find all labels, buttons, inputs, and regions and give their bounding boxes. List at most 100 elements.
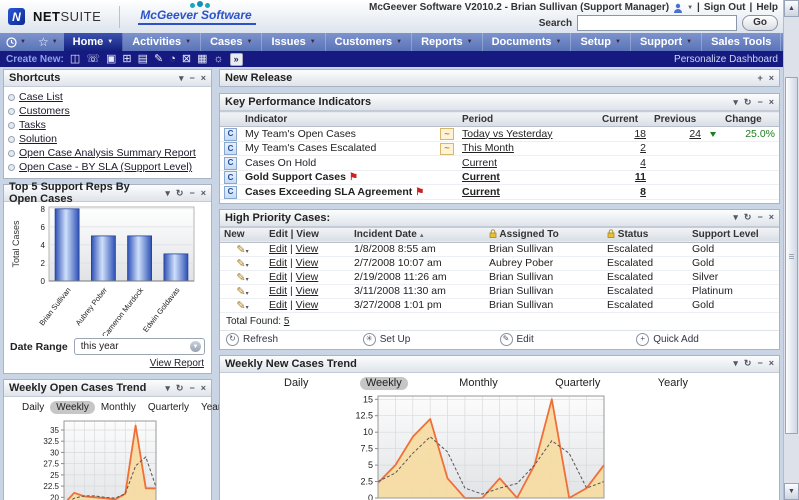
edit-button[interactable]: ✎Edit	[500, 333, 637, 346]
panel-refresh-icon[interactable]: ↻	[176, 384, 184, 393]
kpi-period-link[interactable]: Today vs Yesterday	[462, 128, 552, 140]
tab-cases[interactable]: Cases▼	[201, 33, 262, 51]
trend-tab-weekly[interactable]: Weekly	[360, 377, 408, 390]
document-icon[interactable]: ▤	[138, 54, 148, 65]
task-icon[interactable]: ▣	[106, 54, 116, 65]
panel-expand-icon[interactable]: +	[757, 74, 762, 83]
trend-tab-quarterly[interactable]: Quarterly	[549, 377, 606, 390]
kpi-current-link[interactable]: 8	[640, 186, 646, 198]
recent-records-button[interactable]: ▼	[0, 33, 32, 51]
view-case-link[interactable]: View	[296, 257, 319, 269]
tab-home[interactable]: Home▼	[64, 33, 124, 51]
panel-menu-icon[interactable]: ▾	[733, 98, 738, 107]
panel-close-icon[interactable]: ×	[769, 98, 774, 107]
edit-case-link[interactable]: Edit	[269, 271, 287, 283]
new-case-icon[interactable]: ✎▾	[236, 272, 248, 284]
panel-refresh-icon[interactable]: ↻	[176, 189, 184, 198]
panel-menu-icon[interactable]: ▾	[733, 213, 738, 222]
tab-customers[interactable]: Customers▼	[326, 33, 412, 51]
personalize-dashboard-link[interactable]: Personalize Dashboard	[674, 54, 778, 65]
panel-minimize-icon[interactable]: −	[757, 98, 762, 107]
panel-refresh-icon[interactable]: ↻	[744, 359, 752, 368]
view-case-link[interactable]: View	[296, 299, 319, 311]
vertical-scrollbar[interactable]: ▲ ▼	[783, 0, 799, 500]
panel-minimize-icon[interactable]: −	[189, 384, 194, 393]
search-input[interactable]	[577, 15, 737, 31]
kpi-current-link[interactable]: 2	[640, 142, 646, 154]
case-record-icon[interactable]: C	[224, 186, 237, 199]
solution-icon[interactable]: ☼	[214, 54, 224, 65]
new-case-icon[interactable]: ✎▾	[236, 300, 248, 312]
user-menu-arrow-icon[interactable]: ▼	[687, 5, 693, 11]
case-record-icon[interactable]: C	[224, 171, 237, 184]
scroll-up-icon[interactable]: ▲	[784, 0, 799, 17]
kpi-period-link[interactable]: Current	[462, 171, 500, 183]
trend-tab-quarterly[interactable]: Quarterly	[142, 401, 195, 414]
refresh-button[interactable]: ↻Refresh	[226, 333, 363, 346]
tab-activities[interactable]: Activities▼	[123, 33, 201, 51]
shortcut-case-list[interactable]: Case List	[8, 90, 209, 104]
contact-icon[interactable]: ◫	[70, 54, 80, 65]
tab-setup[interactable]: Setup▼	[571, 33, 631, 51]
trend-tab-monthly[interactable]: Monthly	[453, 377, 504, 390]
panel-close-icon[interactable]: ×	[769, 213, 774, 222]
new-case-icon[interactable]: ✎▾	[236, 286, 248, 298]
set-up-button[interactable]: ✳Set Up	[363, 333, 500, 346]
kpi-col-previous[interactable]: Previous	[650, 112, 705, 127]
scrollbar-track[interactable]	[784, 17, 799, 483]
kpi-period-link[interactable]: Current	[462, 157, 497, 169]
shortcut-open-case-analysis[interactable]: Open Case Analysis Summary Report	[8, 146, 209, 160]
panel-close-icon[interactable]: ×	[201, 189, 206, 198]
total-found-value[interactable]: 5	[284, 316, 290, 327]
kpi-current-link[interactable]: 11	[635, 171, 646, 183]
trend-tab-weekly[interactable]: Weekly	[50, 401, 95, 414]
edit-case-link[interactable]: Edit	[269, 243, 287, 255]
kpi-col-period[interactable]: Period	[458, 112, 598, 127]
sign-out-link[interactable]: Sign Out	[704, 2, 746, 13]
tab-sales-tools[interactable]: Sales Tools	[702, 33, 781, 51]
panel-minimize-icon[interactable]: −	[189, 74, 194, 83]
panel-refresh-icon[interactable]: ↻	[744, 98, 752, 107]
shortcut-open-case-by-sla[interactable]: Open Case - BY SLA (Support Level)	[8, 160, 209, 174]
panel-minimize-icon[interactable]: −	[757, 213, 762, 222]
panel-minimize-icon[interactable]: −	[189, 189, 194, 198]
tab-documents[interactable]: Documents▼	[483, 33, 572, 51]
scroll-down-icon[interactable]: ▼	[784, 483, 799, 500]
phone-call-icon[interactable]: ☏	[86, 54, 100, 65]
edit-case-link[interactable]: Edit	[269, 285, 287, 297]
shortcuts-menu-button[interactable]: ☆ ▼	[32, 33, 64, 51]
trend-tab-yearly[interactable]: Yearly	[652, 377, 694, 390]
quick-add-button[interactable]: +Quick Add	[636, 333, 773, 346]
view-report-link[interactable]: View Report	[150, 358, 204, 369]
scrollbar-thumb[interactable]	[785, 77, 798, 434]
user-icon[interactable]	[673, 3, 683, 13]
edit-case-link[interactable]: Edit	[269, 257, 287, 269]
tab-support[interactable]: Support▼	[631, 33, 702, 51]
panel-close-icon[interactable]: ×	[201, 384, 206, 393]
panel-close-icon[interactable]: ×	[769, 74, 774, 83]
case-record-icon[interactable]: C	[224, 128, 237, 141]
hpc-col-status[interactable]: Status	[603, 227, 688, 242]
panel-refresh-icon[interactable]: ↻	[744, 213, 752, 222]
tab-reports[interactable]: Reports▼	[412, 33, 483, 51]
date-range-select[interactable]: this year ▼	[74, 338, 205, 355]
hpc-col-assigned-to[interactable]: Assigned To	[485, 227, 603, 242]
view-case-link[interactable]: View	[296, 285, 319, 297]
new-case-icon[interactable]: ✎▾	[236, 244, 248, 256]
trend-tab-monthly[interactable]: Monthly	[95, 401, 142, 414]
panel-menu-icon[interactable]: ▾	[165, 384, 170, 393]
panel-menu-icon[interactable]: ▾	[179, 74, 184, 83]
kpi-col-change[interactable]: Change	[721, 112, 779, 127]
tab-issues[interactable]: Issues▼	[262, 33, 325, 51]
shortcut-solution[interactable]: Solution	[8, 132, 209, 146]
case-record-icon[interactable]: C	[224, 142, 237, 155]
go-button[interactable]: Go	[742, 15, 778, 31]
shortcut-customers[interactable]: Customers	[8, 104, 209, 118]
edit-case-link[interactable]: Edit	[269, 299, 287, 311]
kpi-period-link[interactable]: This Month	[462, 142, 514, 154]
shortcut-tasks[interactable]: Tasks	[8, 118, 209, 132]
trend-tab-daily[interactable]: Daily	[16, 401, 50, 414]
knowledge-base-icon[interactable]: ▦	[197, 54, 207, 65]
issue-icon[interactable]: ⊠	[182, 54, 191, 65]
campaign-icon[interactable]: ◔	[169, 54, 176, 65]
